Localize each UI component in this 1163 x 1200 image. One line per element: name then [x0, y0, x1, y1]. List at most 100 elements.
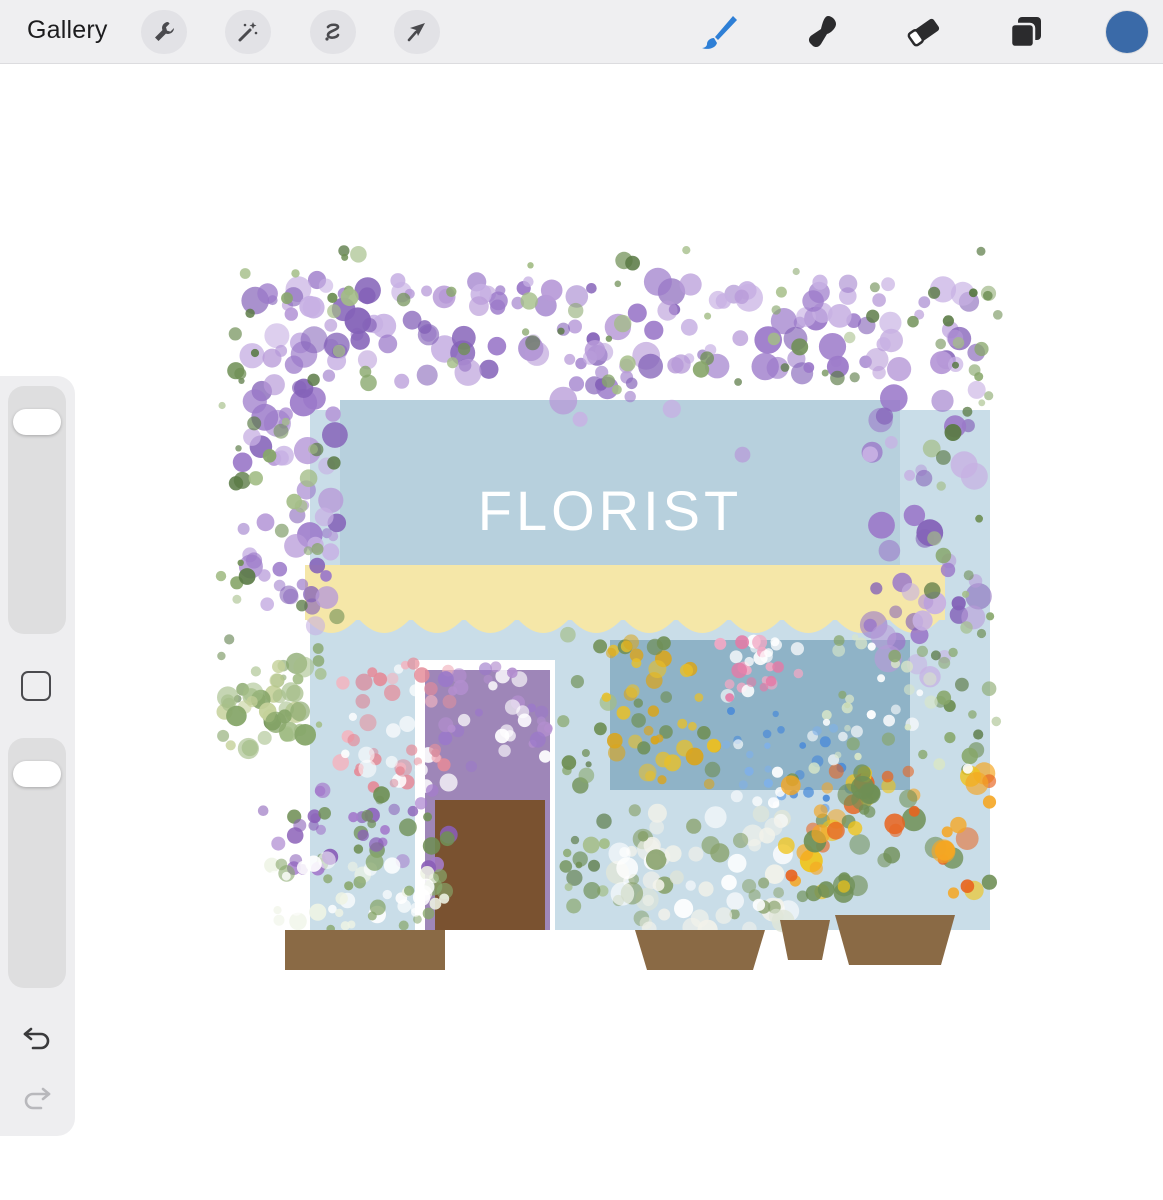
- brush-icon[interactable]: [694, 8, 742, 56]
- flower: [647, 803, 667, 823]
- layers-icon[interactable]: [1002, 8, 1050, 56]
- leaf: [968, 364, 981, 376]
- flower: [721, 740, 731, 749]
- flower: [341, 749, 350, 759]
- magic-wand-icon[interactable]: [225, 10, 271, 54]
- wisteria-petal: [495, 285, 506, 296]
- flower: [902, 765, 914, 778]
- leaf: [869, 282, 880, 293]
- leaf: [568, 302, 584, 319]
- flower: [733, 832, 749, 849]
- transform-arrow-icon[interactable]: [394, 10, 440, 54]
- flower: [397, 899, 411, 913]
- opacity-slider[interactable]: [8, 738, 66, 988]
- wisteria-petal: [644, 320, 664, 340]
- flower: [407, 805, 419, 817]
- leaf: [311, 543, 324, 555]
- leaf: [527, 262, 534, 269]
- flower: [433, 869, 447, 883]
- leaf: [238, 568, 256, 585]
- leaf: [614, 314, 632, 333]
- wisteria-petal: [568, 319, 582, 334]
- wisteria-petal: [671, 354, 691, 374]
- color-picker-button[interactable]: [1106, 11, 1148, 53]
- flower: [847, 821, 863, 836]
- leaf: [991, 716, 1002, 727]
- flower: [960, 879, 975, 893]
- flower: [664, 845, 682, 862]
- flower: [457, 713, 471, 727]
- flower: [539, 750, 552, 763]
- flower: [628, 804, 641, 817]
- wisteria-petal: [875, 407, 894, 425]
- opacity-slider-handle[interactable]: [13, 760, 61, 787]
- leaf: [963, 570, 974, 581]
- wisteria-petal: [279, 585, 299, 605]
- wisteria-petal: [242, 389, 267, 414]
- flower: [768, 797, 780, 809]
- leaf: [557, 715, 570, 728]
- flower: [758, 877, 770, 889]
- wisteria-petal: [257, 283, 278, 304]
- flower: [291, 905, 302, 916]
- redo-icon[interactable]: [20, 1081, 54, 1111]
- flower: [853, 764, 871, 782]
- leaf: [457, 342, 471, 356]
- flower: [225, 740, 236, 751]
- flower: [290, 701, 310, 722]
- wisteria-petal: [862, 446, 878, 462]
- wisteria-petal: [479, 359, 499, 379]
- wisteria-petal: [870, 582, 883, 595]
- flower: [772, 661, 784, 673]
- leaf: [830, 370, 845, 386]
- wisteria-petal: [284, 534, 308, 558]
- wrench-icon[interactable]: [141, 10, 187, 54]
- brush-size-slider-handle[interactable]: [13, 408, 61, 435]
- gallery-button[interactable]: Gallery: [27, 16, 108, 45]
- leaf: [520, 292, 538, 310]
- modify-button[interactable]: [21, 671, 51, 701]
- flower: [733, 739, 744, 750]
- leaf: [247, 416, 262, 431]
- flower: [529, 731, 546, 748]
- canvas-artwork[interactable]: FLORIST: [210, 230, 1010, 990]
- leaf: [614, 280, 622, 288]
- leaf: [596, 813, 612, 829]
- wisteria-petal: [751, 352, 779, 381]
- flower: [660, 691, 672, 703]
- undo-icon[interactable]: [20, 1021, 54, 1051]
- brush-size-slider[interactable]: [8, 386, 66, 634]
- flower: [845, 694, 855, 704]
- wisteria-petal: [394, 373, 410, 389]
- flower: [688, 721, 697, 731]
- eraser-icon[interactable]: [900, 8, 948, 56]
- wisteria-petal: [812, 274, 828, 290]
- flower: [623, 634, 639, 651]
- leaf: [563, 848, 572, 858]
- leaf: [570, 675, 584, 689]
- leaf: [962, 590, 970, 598]
- leaf: [281, 292, 293, 305]
- leaf: [315, 721, 323, 728]
- wisteria-petal: [296, 578, 309, 591]
- flower: [950, 816, 967, 834]
- leaf: [237, 559, 244, 566]
- flower: [821, 710, 832, 720]
- smudge-icon[interactable]: [797, 8, 845, 56]
- flower: [812, 726, 822, 736]
- flower: [382, 889, 392, 900]
- flower: [658, 908, 671, 921]
- flower: [944, 732, 956, 744]
- flower: [437, 671, 454, 688]
- flower: [803, 786, 814, 798]
- flower: [269, 673, 285, 688]
- flower: [821, 782, 833, 794]
- wisteria-petal: [679, 273, 702, 296]
- flower: [735, 635, 749, 650]
- selection-icon[interactable]: [310, 10, 356, 54]
- flower: [273, 906, 282, 915]
- leaf: [612, 384, 622, 395]
- flower: [442, 694, 457, 709]
- leaf: [983, 290, 993, 301]
- flower: [361, 809, 374, 822]
